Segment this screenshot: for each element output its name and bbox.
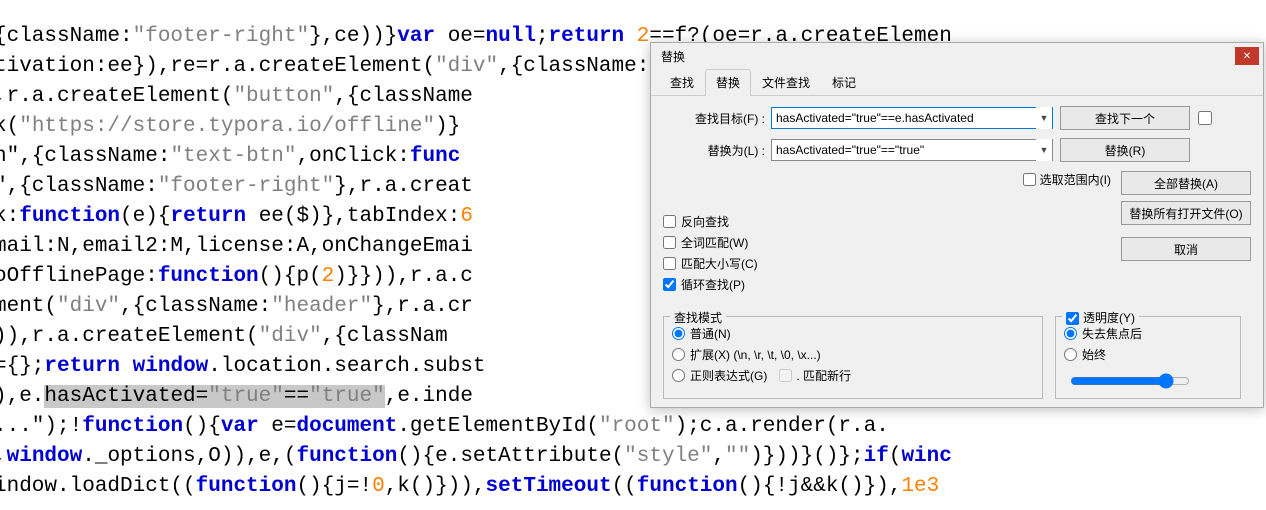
cancel-button[interactable]: 取消 xyxy=(1121,237,1251,261)
search-mode-title: 查找模式 xyxy=(670,309,726,326)
replace-all-button[interactable]: 全部替换(A) xyxy=(1121,171,1251,195)
radio-lose-focus[interactable] xyxy=(1064,327,1077,340)
option-checks: 反向查找 全词匹配(W) 匹配大小写(C) 循环查找(P) xyxy=(663,213,758,297)
radio-extended[interactable] xyxy=(672,348,685,361)
radio-lose-focus-label: 失去焦点后 xyxy=(1082,325,1142,342)
tab-mark[interactable]: 标记 xyxy=(821,69,867,96)
replace-dialog: 替换 ✕ 查找 替换 文件查找 标记 查找目标(F) : ▼ 查找下一个 替换为… xyxy=(650,42,1264,408)
opacity-group: 透明度(Y) 失去焦点后 始终 xyxy=(1055,316,1241,399)
search-target-input[interactable] xyxy=(771,107,1053,129)
replace-with-input[interactable] xyxy=(771,139,1053,161)
opacity-checkbox[interactable] xyxy=(1066,312,1079,325)
match-newline-checkbox xyxy=(779,369,792,382)
whole-word-label: 全词匹配(W) xyxy=(681,234,748,251)
search-target-label: 查找目标(F) : xyxy=(663,110,771,127)
tab-replace[interactable]: 替换 xyxy=(705,69,751,96)
match-newline-label: . 匹配新行 xyxy=(796,367,851,384)
dialog-tabs: 查找 替换 文件查找 标记 xyxy=(651,69,1263,96)
radio-always[interactable] xyxy=(1064,348,1077,361)
match-case-checkbox[interactable] xyxy=(663,257,676,270)
wrap-label: 循环查找(P) xyxy=(681,276,745,293)
replace-with-label: 替换为(L) : xyxy=(663,142,771,159)
dialog-title-bar[interactable]: 替换 ✕ xyxy=(651,43,1263,69)
opacity-title: 透明度(Y) xyxy=(1062,309,1139,326)
whole-word-checkbox[interactable] xyxy=(663,236,676,249)
close-button[interactable]: ✕ xyxy=(1235,47,1259,65)
tab-search[interactable]: 查找 xyxy=(659,69,705,96)
match-case-label: 匹配大小写(C) xyxy=(681,255,758,272)
radio-normal[interactable] xyxy=(672,327,685,340)
radio-always-label: 始终 xyxy=(1082,346,1106,363)
in-range-label: 选取范围内(I) xyxy=(1040,171,1111,188)
opacity-slider[interactable] xyxy=(1070,373,1190,389)
button-column: 全部替换(A) 替换所有打开文件(O) 取消 xyxy=(1121,113,1251,267)
wrap-checkbox[interactable] xyxy=(663,278,676,291)
in-range-checkbox[interactable] xyxy=(1023,173,1036,186)
radio-extended-label: 扩展(X) (\n, \r, \t, \0, \x...) xyxy=(690,346,821,363)
replace-all-open-button[interactable]: 替换所有打开文件(O) xyxy=(1121,201,1251,225)
in-range-check: 选取范围内(I) xyxy=(1023,171,1111,188)
close-icon: ✕ xyxy=(1243,51,1251,62)
dialog-title: 替换 xyxy=(661,48,1235,65)
reverse-checkbox[interactable] xyxy=(663,215,676,228)
radio-regex[interactable] xyxy=(672,369,685,382)
search-mode-group: 查找模式 普通(N) 扩展(X) (\n, \r, \t, \0, \x...)… xyxy=(663,316,1043,399)
reverse-label: 反向查找 xyxy=(681,213,729,230)
radio-normal-label: 普通(N) xyxy=(690,325,731,342)
dialog-body: 查找目标(F) : ▼ 查找下一个 替换为(L) : ▼ 替换(R) 选取范围内… xyxy=(651,96,1263,180)
tab-filesearch[interactable]: 文件查找 xyxy=(751,69,821,96)
radio-regex-label: 正则表达式(G) xyxy=(690,367,767,384)
